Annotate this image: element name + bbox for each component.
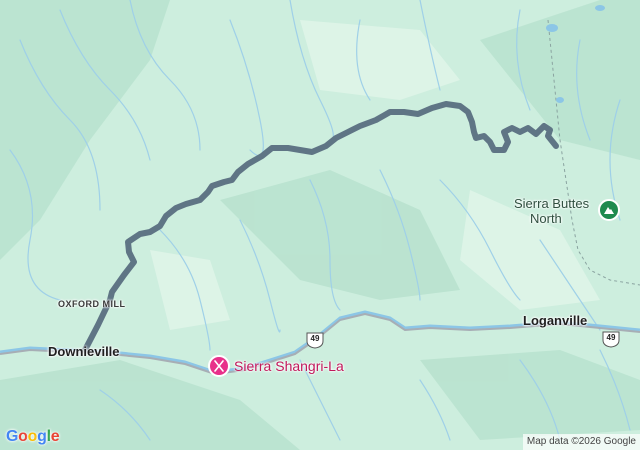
mountain-icon [604, 207, 614, 214]
logo-letter: e [50, 428, 60, 445]
map-canvas[interactable]: Downieville Loganville OXFORD MILL 49 49… [0, 0, 640, 450]
google-logo[interactable]: Google [6, 428, 60, 446]
logo-letter: o [18, 428, 28, 445]
place-label-loganville: Loganville [523, 313, 588, 328]
map-attribution[interactable]: Map data ©2026 Google [522, 434, 640, 450]
logo-letter: g [37, 428, 47, 445]
peak-label-line1: Sierra Buttes [514, 196, 590, 211]
logo-letter: o [27, 428, 38, 445]
poi-marker[interactable] [208, 355, 230, 377]
poi-label[interactable]: Sierra Shangri-La [234, 358, 344, 374]
shield-number: 49 [606, 333, 616, 342]
place-label-oxford-mill: OXFORD MILL [58, 299, 126, 309]
logo-letter: G [6, 428, 19, 445]
place-label-downieville: Downieville [48, 344, 120, 359]
highway-shield-49: 49 [306, 331, 324, 349]
shield-number: 49 [310, 334, 320, 343]
peak-label-line2: North [530, 211, 562, 226]
highway-shield-49: 49 [602, 330, 620, 348]
peak-label[interactable]: Sierra Buttes North [514, 196, 589, 226]
peak-marker[interactable] [598, 199, 620, 221]
fork-knife-icon [214, 360, 224, 372]
